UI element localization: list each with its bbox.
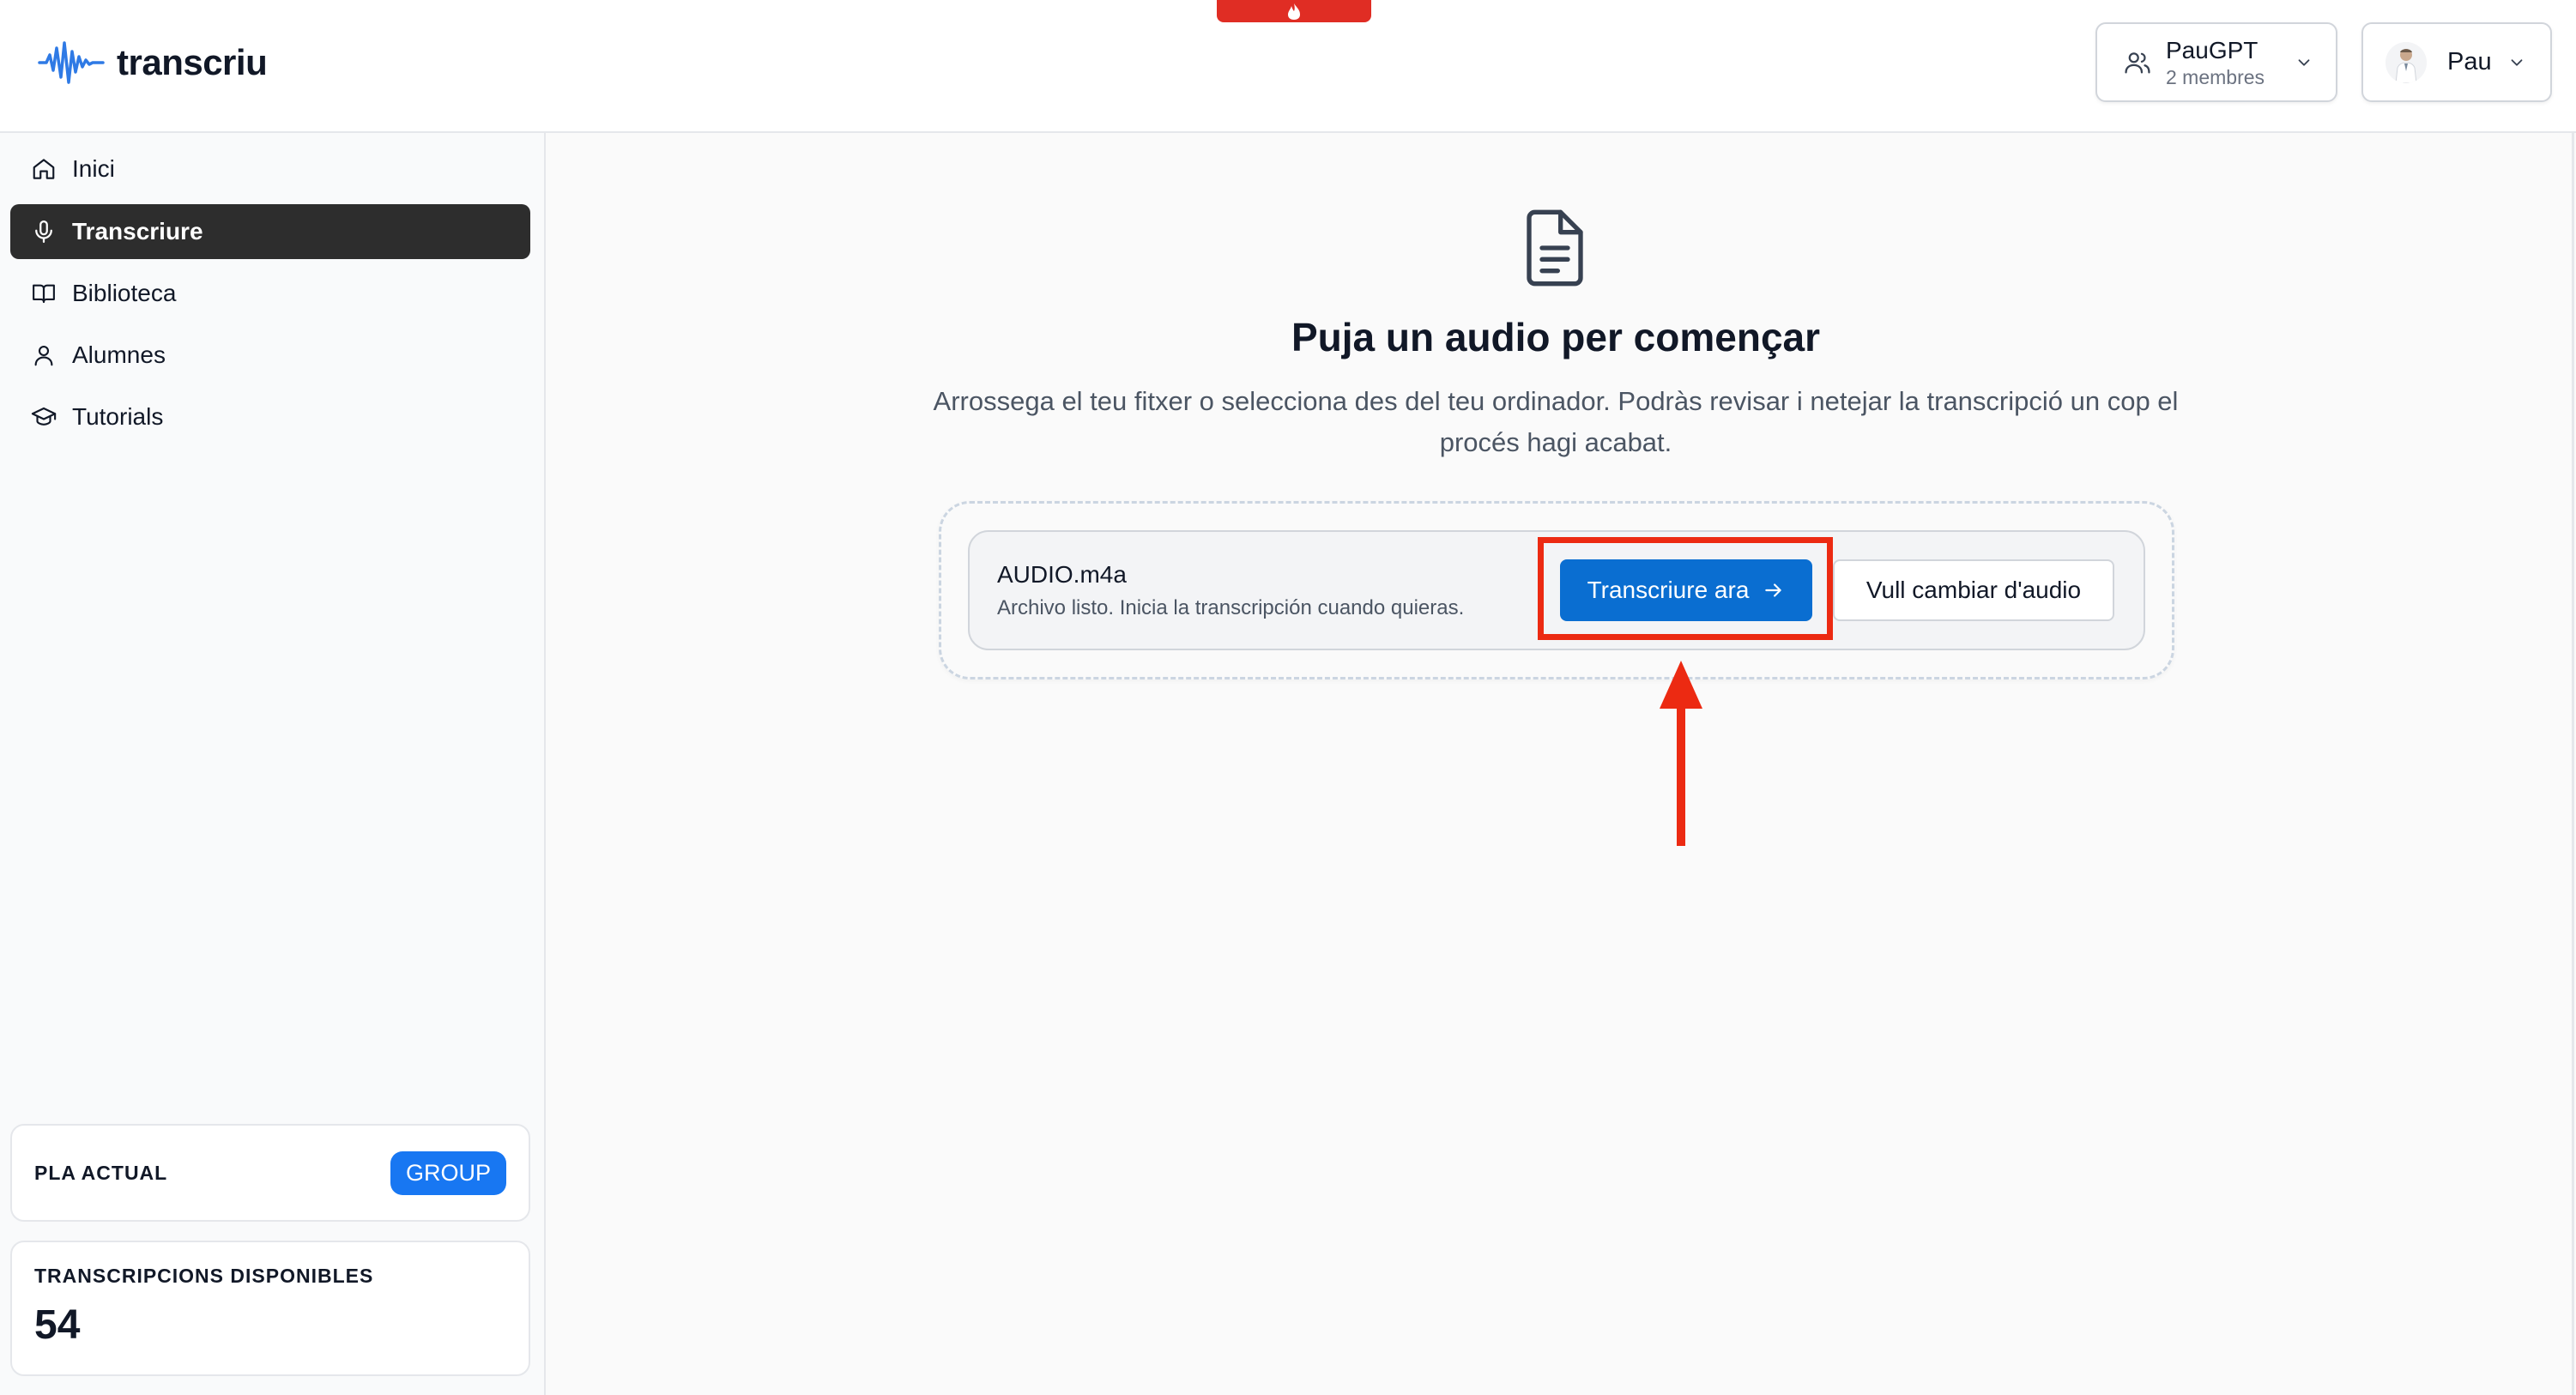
document-icon bbox=[1527, 209, 1583, 287]
file-status: Archivo listo. Inicia la transcripción c… bbox=[997, 596, 1465, 619]
app-logo[interactable]: transcriu bbox=[38, 38, 268, 88]
user-name: Pau bbox=[2447, 48, 2492, 75]
mic-icon bbox=[35, 220, 52, 243]
scrollbar[interactable] bbox=[2572, 133, 2574, 1395]
file-name: AUDIO.m4a bbox=[997, 561, 1127, 588]
annotation-arrow-icon bbox=[1660, 661, 1702, 846]
waveform-logo-icon bbox=[38, 41, 105, 84]
sidebar-item-biblioteca[interactable]: Biblioteca bbox=[10, 266, 530, 321]
current-plan-card: PLA ACTUAL GROUP bbox=[10, 1124, 530, 1222]
workspace-switcher[interactable]: PauGPT 2 membres bbox=[2095, 22, 2337, 102]
plan-badge[interactable]: GROUP bbox=[390, 1150, 506, 1195]
sidebar-item-label: Inici bbox=[72, 155, 115, 182]
users-icon bbox=[2125, 51, 2150, 73]
sidebar-item-label: Tutorials bbox=[72, 403, 164, 430]
credits-label: TRANSCRIPCIONS DISPONIBLES bbox=[34, 1265, 374, 1287]
graduation-cap-icon bbox=[31, 407, 57, 426]
home-icon bbox=[33, 159, 55, 179]
sidebar-item-tutorials[interactable]: Tutorials bbox=[10, 390, 530, 444]
annotation-highlight-box bbox=[1538, 537, 1833, 640]
upload-description: Arrossega el teu fitxer o selecciona des… bbox=[933, 386, 2179, 457]
chevron-down-icon bbox=[2298, 58, 2310, 66]
plan-label: PLA ACTUAL bbox=[34, 1161, 168, 1184]
workspace-members: 2 membres bbox=[2166, 65, 2265, 88]
workspace-name: PauGPT bbox=[2166, 36, 2259, 63]
change-audio-label: Vull cambiar d'audio bbox=[1865, 577, 2082, 603]
sidebar: Inici Transcriure Biblioteca Alumnes Tut… bbox=[0, 133, 546, 1395]
credits-value: 54 bbox=[34, 1302, 81, 1348]
book-icon bbox=[33, 284, 55, 304]
sidebar-item-inici[interactable]: Inici bbox=[10, 142, 530, 196]
top-header: transcriu PauGPT 2 membres Pau bbox=[0, 0, 2576, 133]
flame-icon bbox=[1288, 3, 1300, 20]
sidebar-item-label: Biblioteca bbox=[72, 280, 177, 306]
change-audio-button[interactable]: Vull cambiar d'audio bbox=[1833, 559, 2114, 621]
avatar bbox=[2386, 41, 2427, 83]
app-name: transcriu bbox=[117, 42, 268, 82]
sidebar-item-alumnes[interactable]: Alumnes bbox=[10, 328, 530, 383]
sidebar-item-label: Alumnes bbox=[72, 341, 166, 368]
recording-tab[interactable] bbox=[1217, 0, 1371, 22]
user-icon bbox=[34, 345, 53, 366]
sidebar-item-label: Transcriure bbox=[72, 218, 203, 245]
page-title: Puja un audio per començar bbox=[1291, 315, 1821, 359]
chevron-down-icon bbox=[2511, 58, 2523, 66]
sidebar-item-transcriure[interactable]: Transcriure bbox=[10, 204, 530, 259]
user-menu[interactable]: Pau bbox=[2361, 22, 2552, 102]
available-transcriptions-card: TRANSCRIPCIONS DISPONIBLES 54 bbox=[10, 1241, 530, 1376]
